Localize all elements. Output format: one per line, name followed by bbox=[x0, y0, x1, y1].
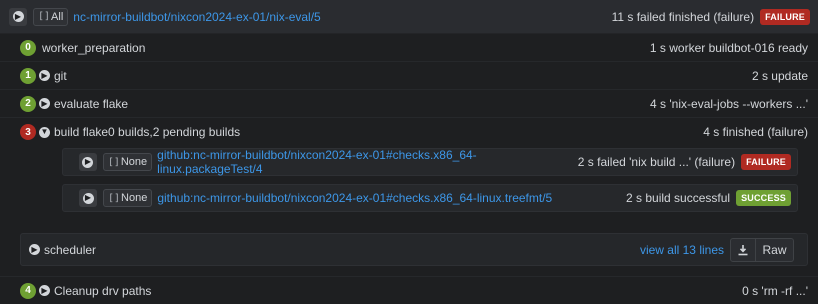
step-name: Cleanup drv paths bbox=[54, 283, 152, 298]
logs-toggle-label: All bbox=[51, 10, 64, 23]
chevron-right-icon: ▶ bbox=[82, 156, 94, 168]
logs-toggle[interactable]: [] None bbox=[102, 153, 153, 171]
subbuild-link[interactable]: github:nc-mirror-buildbot/nixcon2024-ex-… bbox=[157, 191, 552, 205]
step-status: 0 s 'rm -rf ...' bbox=[742, 283, 808, 298]
failure-badge: FAILURE bbox=[760, 8, 810, 25]
subbuild-status: 2 s failed 'nix build ...' (failure) bbox=[577, 155, 736, 169]
brackets-icon: [] bbox=[38, 11, 51, 22]
step-status: 4 s 'nix-eval-jobs --workers ...' bbox=[650, 96, 808, 111]
step-status: 1 s worker buildbot-016 ready bbox=[649, 40, 808, 55]
chevron-right-icon[interactable]: ▶ bbox=[39, 285, 50, 296]
success-badge: SUCCESS bbox=[736, 190, 791, 206]
download-icon bbox=[738, 244, 748, 255]
step-row[interactable]: 3 ▼ build flake0 builds,2 pending builds… bbox=[0, 118, 818, 146]
download-button[interactable] bbox=[730, 237, 756, 262]
step-number-badge: 4 bbox=[20, 282, 36, 299]
subbuild-expand-button[interactable]: ▶ bbox=[79, 153, 97, 171]
step-name: worker_preparation bbox=[42, 40, 146, 55]
subbuild-status: 2 s build successful bbox=[626, 191, 731, 205]
logs-toggle[interactable]: [] All bbox=[33, 7, 69, 26]
chevron-right-icon[interactable]: ▶ bbox=[39, 98, 50, 109]
logs-toggle-label: None bbox=[120, 156, 148, 168]
step-row[interactable]: 4 ▶ Cleanup drv paths 0 s 'rm -rf ...' bbox=[0, 276, 818, 304]
expand-button[interactable]: ▶ bbox=[9, 7, 27, 26]
step-row[interactable]: 1 ▶ git 2 s update bbox=[0, 62, 818, 90]
subbuild-row[interactable]: ▶ [] None github:nc-mirror-buildbot/nixc… bbox=[62, 148, 798, 176]
brackets-icon: [] bbox=[108, 192, 121, 204]
view-all-lines-link[interactable]: view all 13 lines bbox=[640, 243, 724, 257]
chevron-right-icon: ▶ bbox=[12, 11, 24, 22]
logs-toggle[interactable]: [] None bbox=[103, 189, 153, 207]
failure-badge: FAILURE bbox=[741, 154, 791, 170]
chevron-right-icon: ▶ bbox=[82, 192, 94, 204]
subbuild-expand-button[interactable]: ▶ bbox=[79, 189, 97, 207]
build-link[interactable]: nc-mirror-buildbot/nixcon2024-ex-01/nix-… bbox=[73, 10, 320, 24]
step-name: git bbox=[54, 68, 67, 83]
raw-button[interactable]: Raw bbox=[756, 237, 794, 262]
chevron-right-icon[interactable]: ▶ bbox=[39, 70, 50, 81]
step-name: build flake0 builds,2 pending builds bbox=[54, 125, 241, 139]
brackets-icon: [] bbox=[107, 156, 120, 168]
scheduler-label[interactable]: scheduler bbox=[44, 243, 96, 257]
step-row[interactable]: 0 worker_preparation 1 s worker buildbot… bbox=[0, 34, 818, 62]
subbuild-link[interactable]: github:nc-mirror-buildbot/nixcon2024-ex-… bbox=[157, 148, 578, 176]
logs-toggle-label: None bbox=[121, 192, 148, 204]
build-status-text: 11 s failed finished (failure) bbox=[611, 9, 755, 24]
scheduler-log-panel: ▶ scheduler view all 13 lines Raw bbox=[20, 233, 808, 266]
chevron-down-icon[interactable]: ▼ bbox=[39, 126, 50, 138]
step-name: evaluate flake bbox=[54, 96, 129, 111]
step-status: 4 s finished (failure) bbox=[703, 125, 808, 139]
subbuild-row[interactable]: ▶ [] None github:nc-mirror-buildbot/nixc… bbox=[62, 184, 798, 212]
step-status: 2 s update bbox=[751, 68, 808, 83]
step-row[interactable]: 2 ▶ evaluate flake 4 s 'nix-eval-jobs --… bbox=[0, 90, 818, 118]
build-header-row: ▶ [] All nc-mirror-buildbot/nixcon2024-e… bbox=[0, 0, 818, 34]
step-number-badge: 0 bbox=[20, 39, 36, 56]
chevron-right-icon[interactable]: ▶ bbox=[29, 244, 40, 255]
step-number-badge: 1 bbox=[20, 67, 36, 84]
step-number-badge: 3 bbox=[20, 124, 36, 140]
step-number-badge: 2 bbox=[20, 95, 36, 112]
